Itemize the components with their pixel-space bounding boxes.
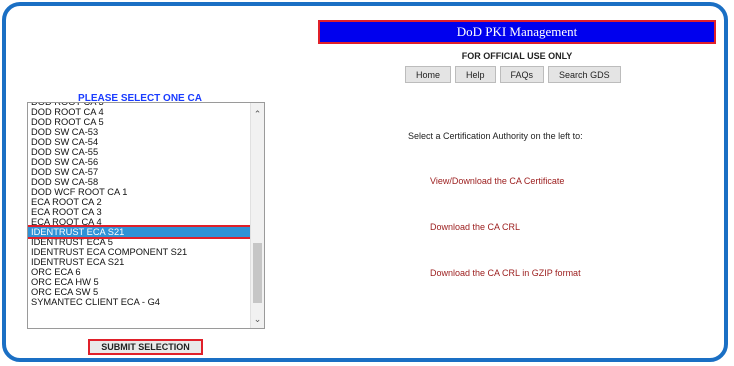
submit-selection-button[interactable]: SUBMIT SELECTION	[88, 339, 203, 355]
ca-list-item[interactable]: ECA ROOT CA 3	[28, 207, 252, 217]
ca-list-item[interactable]: ECA ROOT CA 2	[28, 197, 252, 207]
ca-list: DOD ROOT CA 3 DOD ROOT CA 4 DOD ROOT CA 5D…	[28, 103, 254, 307]
ca-list-item[interactable]: ECA ROOT CA 4	[28, 217, 252, 227]
ca-listbox[interactable]: DOD ROOT CA 3 DOD ROOT CA 4 DOD ROOT CA 5D…	[27, 102, 265, 329]
nav-search-gds-button[interactable]: Search GDS	[548, 66, 621, 83]
ca-list-item[interactable]: ORC ECA HW 5	[28, 277, 252, 287]
ca-list-item[interactable]: DOD SW CA-54	[28, 137, 252, 147]
ca-list-item[interactable]: SYMANTEC CLIENT ECA - G4	[28, 297, 252, 307]
ca-list-item[interactable]: DOD SW CA-53	[28, 127, 252, 137]
nav-home-button[interactable]: Home	[405, 66, 452, 83]
top-nav: Home Help FAQs Search GDS	[405, 66, 621, 83]
ca-list-item[interactable]: ORC ECA 6	[28, 267, 252, 277]
ca-list-item[interactable]: DOD WCF ROOT CA 1	[28, 187, 252, 197]
ca-list-item[interactable]: IDENTRUST ECA S21	[28, 257, 252, 267]
download-ca-crl-link[interactable]: Download the CA CRL	[430, 222, 520, 232]
ca-list-item[interactable]: IDENTRUST ECA S21	[28, 225, 254, 239]
ca-list-item[interactable]: DOD SW CA-58	[28, 177, 252, 187]
ca-list-item[interactable]: DOD ROOT CA 5	[28, 117, 252, 127]
ca-list-item[interactable]: IDENTRUST ECA COMPONENT S21	[28, 247, 252, 257]
ca-list-item[interactable]: DOD SW CA-56	[28, 157, 252, 167]
nav-faqs-button[interactable]: FAQs	[499, 66, 545, 83]
ca-list-item[interactable]: DOD SW CA-57	[28, 167, 252, 177]
scroll-down-icon[interactable]: ⌄	[251, 312, 264, 326]
ca-list-item[interactable]: ORC ECA SW 5	[28, 287, 252, 297]
download-ca-crl-gzip-link[interactable]: Download the CA CRL in GZIP format	[430, 268, 581, 278]
scrollbar-thumb[interactable]	[253, 243, 262, 303]
scroll-up-icon[interactable]: ⌃	[251, 107, 264, 121]
page-title-banner: DoD PKI Management	[318, 20, 716, 44]
instruction-text: Select a Certification Authority on the …	[408, 131, 583, 141]
view-download-ca-certificate-link[interactable]: View/Download the CA Certificate	[430, 176, 564, 186]
nav-help-button[interactable]: Help	[455, 66, 496, 83]
official-use-notice: FOR OFFICIAL USE ONLY	[461, 51, 573, 61]
ca-list-item[interactable]: IDENTRUST ECA 5	[28, 237, 252, 247]
ca-list-item[interactable]: DOD SW CA-55	[28, 147, 252, 157]
listbox-scrollbar[interactable]: ⌃ ⌄	[250, 103, 264, 328]
page-title: DoD PKI Management	[456, 24, 578, 39]
ca-list-item[interactable]: DOD ROOT CA 4	[28, 107, 252, 117]
